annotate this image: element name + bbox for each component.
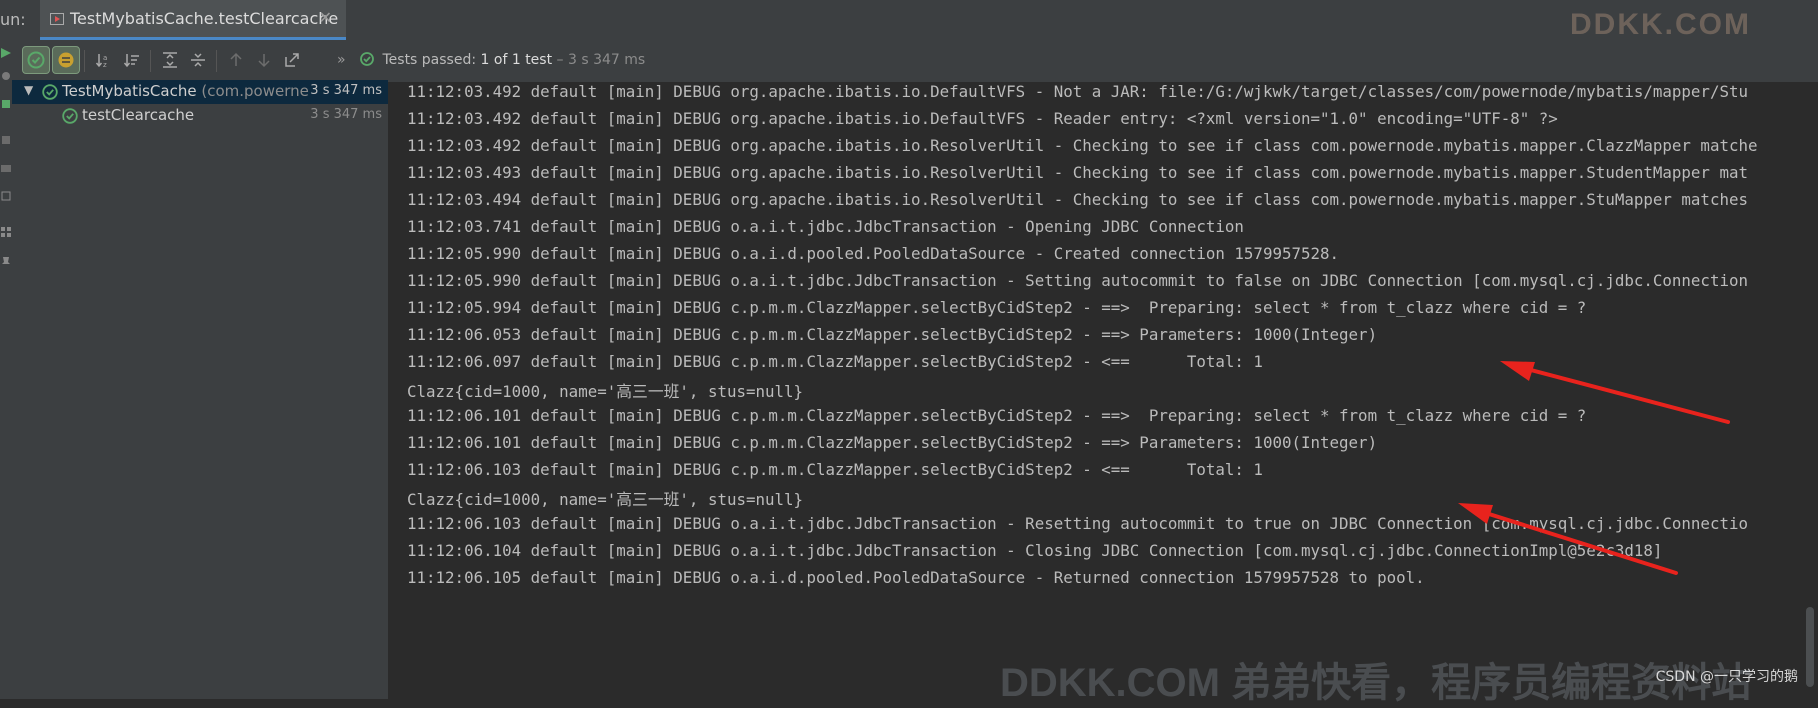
show-passed-toggle[interactable] bbox=[22, 46, 50, 74]
run-config-icon bbox=[50, 13, 64, 25]
sort-az-icon: az bbox=[95, 54, 107, 69]
export-icon bbox=[285, 53, 299, 67]
tab-label: TestMybatisCache.testClearcache bbox=[70, 9, 339, 28]
close-icon[interactable]: ✕ bbox=[319, 8, 332, 27]
console-line: 11:12:03.492 default [main] DEBUG org.ap… bbox=[407, 82, 1748, 101]
console-output[interactable]: 11:12:03.492 default [main] DEBUG org.ap… bbox=[389, 82, 1818, 699]
console-line: 11:12:06.097 default [main] DEBUG c.p.m.… bbox=[407, 352, 1263, 371]
layout-icon[interactable] bbox=[0, 132, 12, 146]
console-scrollbar[interactable] bbox=[1806, 607, 1814, 687]
console-line: 11:12:06.103 default [main] DEBUG c.p.m.… bbox=[407, 460, 1263, 479]
site-watermark: DDKK.COM 弟弟快看，程序员编程资料站 bbox=[1000, 661, 1752, 705]
tree-node-method[interactable]: testClearcache 3 s 347 ms bbox=[12, 104, 388, 128]
tree-node-time: 3 s 347 ms bbox=[310, 107, 382, 122]
console-line: 11:12:06.105 default [main] DEBUG o.a.i.… bbox=[407, 568, 1425, 587]
check-circle-icon bbox=[27, 51, 45, 69]
restore-icon[interactable] bbox=[0, 188, 12, 202]
show-ignored-toggle[interactable] bbox=[52, 46, 80, 74]
arrow-up-icon bbox=[230, 52, 242, 66]
tree-node-time: 3 s 347 ms bbox=[310, 83, 382, 98]
tree-node-class[interactable]: ▼ TestMybatisCache (com.powerne 3 s 347 … bbox=[12, 80, 388, 104]
console-line: 11:12:05.994 default [main] DEBUG c.p.m.… bbox=[407, 298, 1587, 317]
sort-duration-icon bbox=[123, 54, 139, 68]
toolbar-divider bbox=[216, 50, 217, 72]
toolbar-divider bbox=[84, 50, 85, 72]
run-label: un: bbox=[0, 10, 26, 29]
check-circle-icon bbox=[42, 84, 58, 100]
console-line: Clazz{cid=1000, name='高三一班', stus=null} bbox=[407, 382, 804, 401]
test-runner-toolbar: az » Tests passed: 1 of 1 test – 3 s 347… bbox=[12, 40, 1818, 82]
console-line: 11:12:03.494 default [main] DEBUG org.ap… bbox=[407, 190, 1748, 209]
arrow-down-icon bbox=[258, 54, 270, 68]
status-duration: – 3 s 347 ms bbox=[556, 52, 646, 68]
console-line: 11:12:03.741 default [main] DEBUG o.a.i.… bbox=[407, 217, 1244, 236]
console-line: 11:12:06.104 default [main] DEBUG o.a.i.… bbox=[407, 541, 1663, 560]
console-line: Clazz{cid=1000, name='高三一班', stus=null} bbox=[407, 490, 804, 509]
console-line: 11:12:06.101 default [main] DEBUG c.p.m.… bbox=[407, 433, 1378, 452]
console-line: 11:12:06.053 default [main] DEBUG c.p.m.… bbox=[407, 325, 1378, 344]
tab-run-config[interactable]: TestMybatisCache.testClearcache ✕ bbox=[40, 0, 346, 40]
test-status: » Tests passed: 1 of 1 test – 3 s 347 ms bbox=[337, 52, 645, 68]
export-results-button[interactable] bbox=[278, 46, 306, 74]
console-line: 11:12:05.990 default [main] DEBUG o.a.i.… bbox=[407, 244, 1340, 263]
camera-icon[interactable] bbox=[0, 160, 12, 174]
svg-text:z: z bbox=[103, 61, 107, 69]
previous-failed-button[interactable] bbox=[222, 46, 250, 74]
author-watermark: CSDN @一只学习的鹅 bbox=[1655, 669, 1798, 685]
expand-triangle-icon[interactable]: ▼ bbox=[24, 83, 33, 97]
grid-icon[interactable] bbox=[0, 224, 12, 238]
sort-by-duration-button[interactable] bbox=[118, 46, 146, 74]
collapse-all-button[interactable] bbox=[184, 46, 212, 74]
site-brand-watermark: DDKK.COM bbox=[1570, 8, 1751, 41]
console-line: 11:12:06.103 default [main] DEBUG o.a.i.… bbox=[407, 514, 1748, 533]
chevron-right-icon[interactable]: » bbox=[337, 52, 346, 68]
toolbar-divider bbox=[150, 50, 151, 72]
expand-all-button[interactable] bbox=[156, 46, 184, 74]
status-count: 1 of 1 test bbox=[480, 52, 553, 68]
ignored-icon bbox=[58, 52, 74, 68]
console-line: 11:12:06.101 default [main] DEBUG c.p.m.… bbox=[407, 406, 1587, 425]
status-prefix: Tests passed: bbox=[382, 52, 477, 68]
console-line: 11:12:03.492 default [main] DEBUG org.ap… bbox=[407, 136, 1758, 155]
rerun-icon[interactable] bbox=[0, 45, 12, 59]
sort-alphabetically-button[interactable]: az bbox=[90, 46, 118, 74]
expand-all-icon bbox=[163, 52, 177, 68]
console-line: 11:12:03.492 default [main] DEBUG org.ap… bbox=[407, 109, 1558, 128]
check-circle-icon bbox=[62, 108, 78, 124]
tree-node-label: testClearcache bbox=[82, 106, 195, 124]
tree-node-label: TestMybatisCache (com.powerne bbox=[62, 82, 309, 100]
stop-icon[interactable] bbox=[0, 96, 12, 110]
next-failed-button[interactable] bbox=[250, 46, 278, 74]
pin-icon[interactable] bbox=[0, 254, 12, 268]
debug-icon[interactable] bbox=[0, 68, 12, 82]
test-results-tree: ▼ TestMybatisCache (com.powerne 3 s 347 … bbox=[12, 80, 389, 699]
editor-tab-strip: un: TestMybatisCache.testClearcache ✕ DD… bbox=[0, 0, 1818, 41]
collapse-all-icon bbox=[191, 53, 205, 67]
check-circle-icon bbox=[360, 52, 374, 66]
console-line: 11:12:05.990 default [main] DEBUG o.a.i.… bbox=[407, 271, 1748, 290]
console-line: 11:12:03.493 default [main] DEBUG org.ap… bbox=[407, 163, 1748, 182]
